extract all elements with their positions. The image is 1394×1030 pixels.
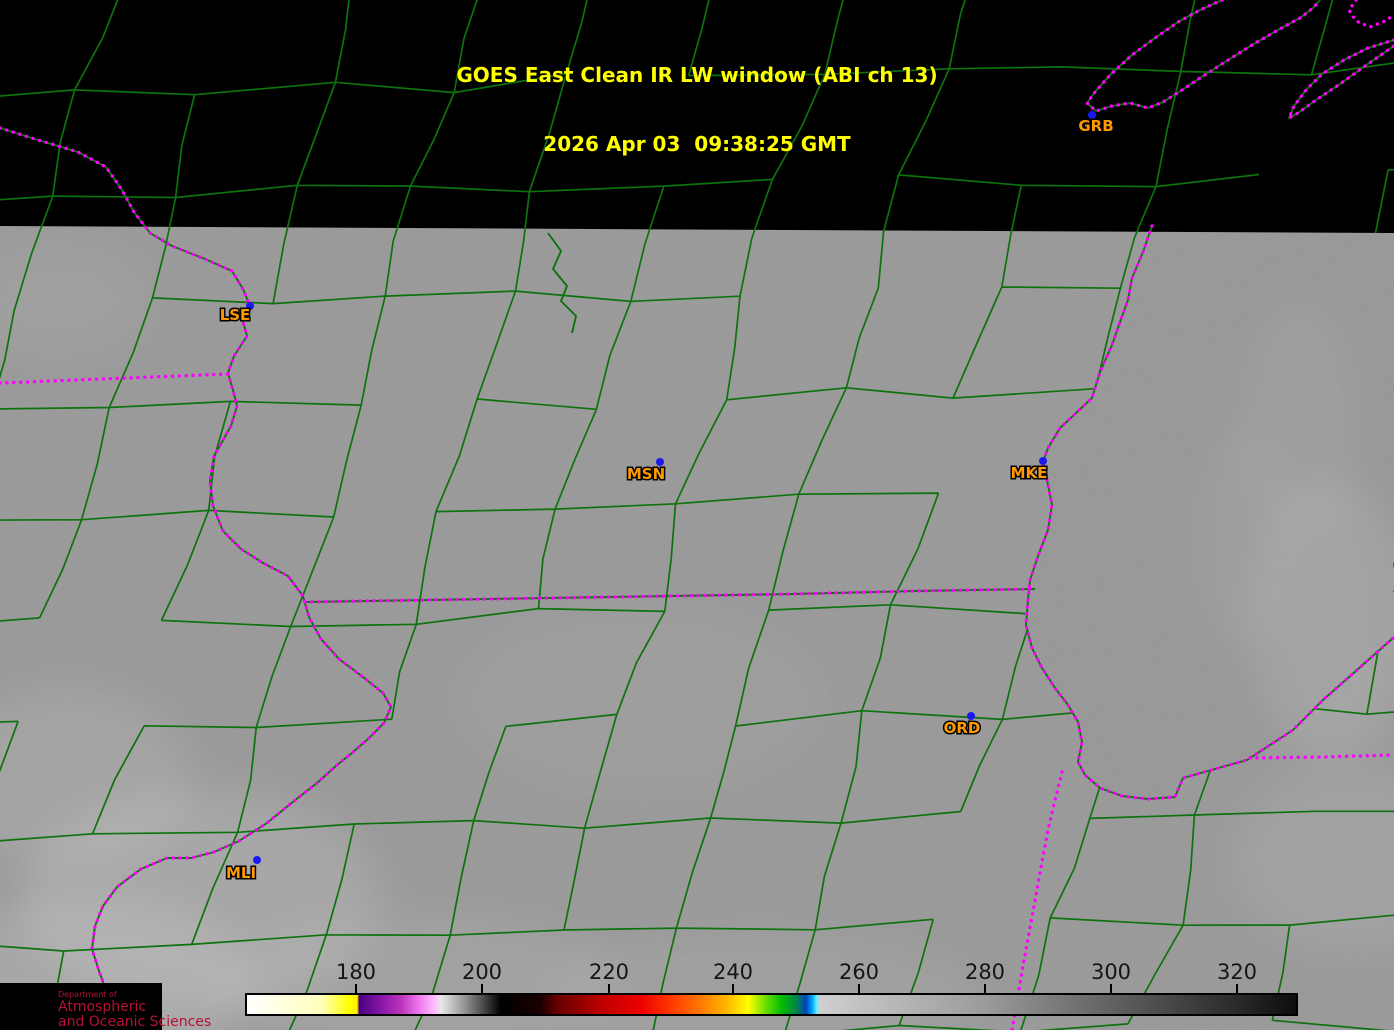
colorbar-tick-320 <box>1236 984 1238 993</box>
colorbar-label-240: 240 <box>712 960 754 984</box>
logo-dept-of: Department of <box>58 990 117 999</box>
goes-satellite-image: GOES East Clean IR LW window (ABI ch 13)… <box>0 0 1394 1030</box>
logo-oceanic-sciences: and Oceanic Sciences <box>58 1014 212 1030</box>
colorbar-label-280: 280 <box>964 960 1006 984</box>
map-canvas <box>0 0 1394 1030</box>
colorbar-tick-240 <box>732 984 734 993</box>
colorbar-label-260: 260 <box>838 960 880 984</box>
colorbar-label-320: 320 <box>1216 960 1258 984</box>
logo-atmospheric: Atmospheric <box>58 999 147 1015</box>
colorbar-label-220: 220 <box>588 960 630 984</box>
cold-cloud-region <box>0 0 1394 233</box>
temperature-colorbar <box>245 993 1298 1016</box>
colorbar-label-200: 200 <box>461 960 503 984</box>
colorbar-label-300: 300 <box>1090 960 1132 984</box>
colorbar-tick-300 <box>1110 984 1112 993</box>
uw-aos-logo: W Department of Atmospheric and Oceanic … <box>0 982 211 1030</box>
colorbar-tick-180 <box>355 984 357 993</box>
colorbar-label-180: 180 <box>335 960 377 984</box>
colorbar-tick-260 <box>858 984 860 993</box>
colorbar-tick-280 <box>984 984 986 993</box>
colorbar-tick-200 <box>481 984 483 993</box>
colorbar-tick-220 <box>608 984 610 993</box>
